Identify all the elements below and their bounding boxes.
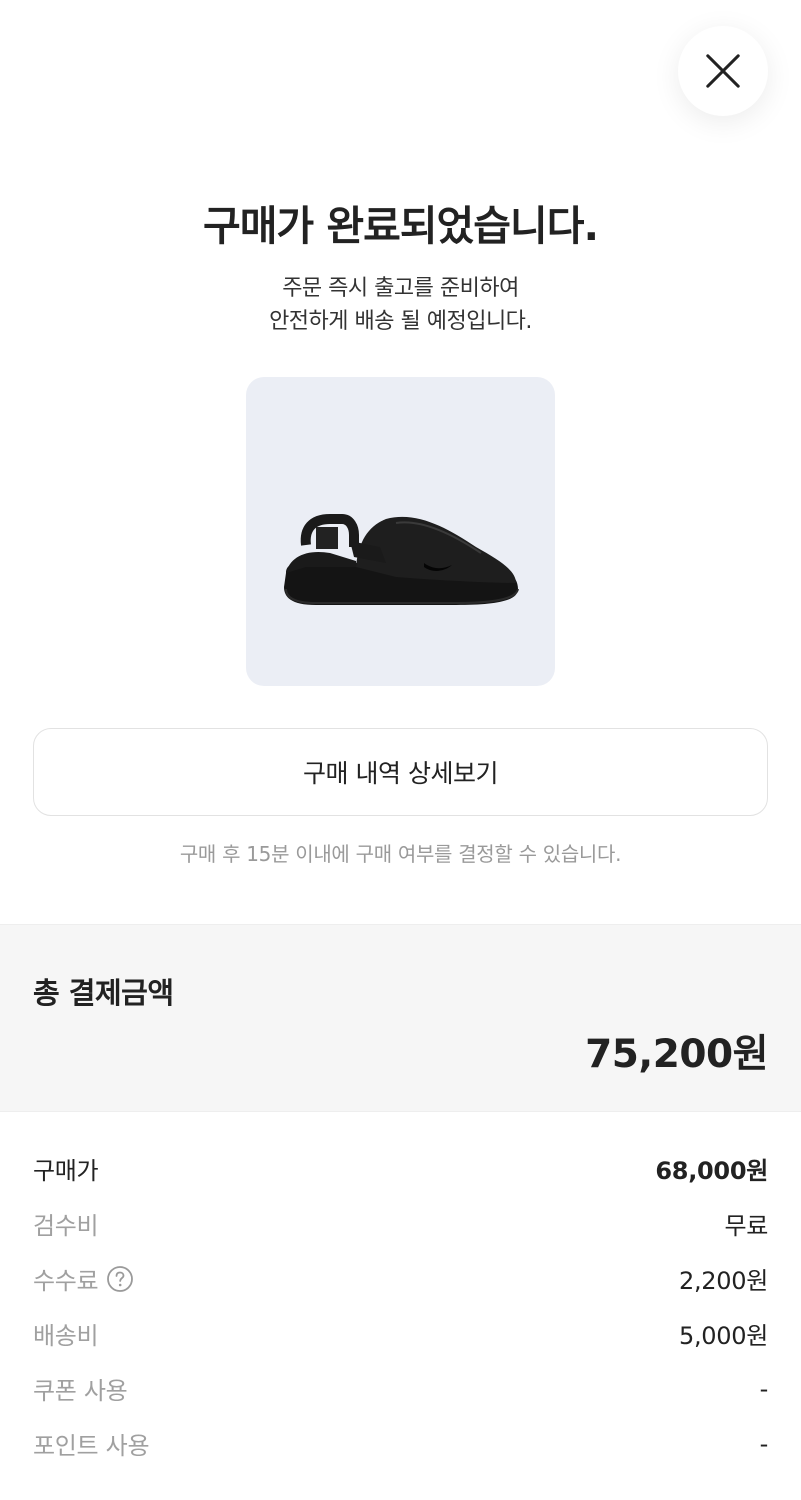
total-payment-label: 총 결제금액 [33, 976, 174, 1010]
breakdown-row-shipping-fee: 배송비 5,000원 [33, 1306, 768, 1361]
clog-sandal-image [284, 514, 519, 605]
breakdown-value: 2,200원 [679, 1267, 768, 1295]
breakdown-row-coupon: 쿠폰 사용 - [33, 1361, 768, 1416]
breakdown-label: 쿠폰 사용 [33, 1377, 128, 1405]
breakdown-value: 68,000원 [655, 1157, 768, 1185]
purchase-decision-notice: 구매 후 15분 이내에 구매 여부를 결정할 수 있습니다. [179, 842, 622, 866]
close-icon [706, 54, 740, 88]
total-payment-value: 75,200원 [585, 1032, 768, 1077]
total-payment-section: 총 결제금액 75,200원 [0, 924, 801, 1112]
breakdown-value: - [759, 1374, 769, 1403]
breakdown-label-wrap: 수수료 [33, 1261, 134, 1296]
breakdown-label: 배송비 [33, 1322, 99, 1350]
breakdown-label: 수수료 [33, 1267, 99, 1295]
confirmation-subtitle: 주문 즉시 출고를 준비하여 안전하게 배송 될 예정입니다. [0, 272, 801, 338]
breakdown-value: 5,000원 [679, 1322, 768, 1350]
breakdown-row-commission: 수수료 2,200원 [33, 1251, 768, 1306]
product-image [246, 377, 555, 686]
view-purchase-details-button[interactable]: 구매 내역 상세보기 [33, 728, 768, 816]
help-icon[interactable] [106, 1265, 134, 1293]
breakdown-label: 구매가 [33, 1157, 99, 1185]
breakdown-label: 포인트 사용 [33, 1432, 150, 1460]
subtitle-line-2: 안전하게 배송 될 예정입니다. [269, 309, 532, 334]
payment-breakdown: 구매가 68,000원 검수비 무료 수수료 2,200원 배송비 5,000원… [33, 1141, 768, 1471]
subtitle-line-1: 주문 즉시 출고를 준비하여 [282, 276, 519, 301]
breakdown-row-purchase-price: 구매가 68,000원 [33, 1141, 768, 1196]
breakdown-value: - [759, 1429, 769, 1458]
breakdown-row-points: 포인트 사용 - [33, 1416, 768, 1471]
breakdown-value: 무료 [724, 1212, 768, 1240]
close-button[interactable] [678, 26, 768, 116]
breakdown-label: 검수비 [33, 1212, 99, 1240]
breakdown-row-inspection-fee: 검수비 무료 [33, 1196, 768, 1251]
page-title: 구매가 완료되었습니다. [202, 202, 599, 250]
